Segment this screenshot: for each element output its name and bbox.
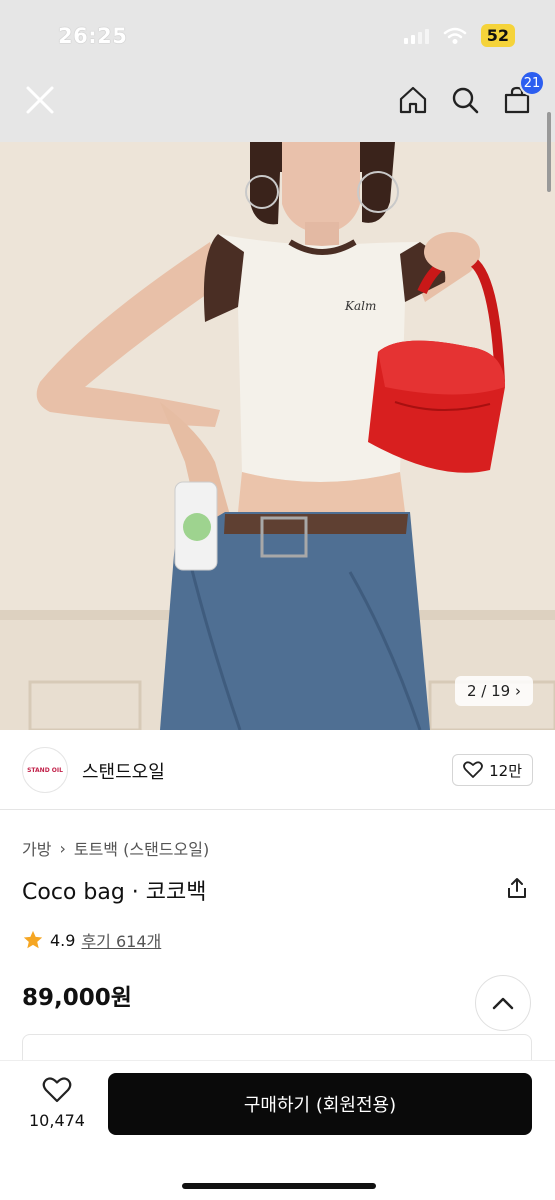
brand-row: STAND OIL 스탠드오일 12만 — [0, 730, 555, 810]
scrollbar[interactable] — [547, 112, 551, 192]
product-image[interactable]: Kalm 2 / 19 › — [0, 142, 555, 730]
star-icon — [23, 930, 43, 949]
breadcrumb-subcategory[interactable]: 토트백 (스탠드오일) — [74, 836, 209, 860]
wifi-icon — [443, 27, 466, 44]
brand-like-button[interactable]: 12만 — [452, 754, 533, 786]
battery-indicator: 52 — [480, 24, 515, 47]
brand-like-count: 12만 — [489, 761, 522, 780]
buy-button[interactable]: 구매하기 (회원전용) — [108, 1073, 532, 1135]
heart-icon — [42, 1077, 72, 1103]
product-photo: Kalm — [0, 142, 555, 730]
top-nav: 21 — [0, 70, 555, 142]
image-counter-text: 2 / 19 — [466, 682, 511, 700]
product-title: Coco bag · 코코백 — [22, 880, 207, 905]
signal-icon — [403, 28, 429, 44]
brand-name[interactable]: 스탠드오일 — [82, 758, 165, 784]
share-icon[interactable] — [505, 876, 529, 900]
rating-score: 4.9 — [50, 930, 76, 950]
heart-icon — [463, 761, 484, 778]
cart-count-badge: 21 — [519, 70, 545, 96]
rating-row: 4.9 후기 614개 — [22, 928, 161, 952]
home-indicator — [182, 1183, 376, 1189]
chevron-right-icon: › — [59, 838, 66, 858]
search-icon[interactable] — [449, 84, 481, 116]
bottom-action-bar: 10,474 구매하기 (회원전용) — [0, 1060, 555, 1200]
close-icon[interactable] — [22, 82, 58, 118]
status-indicators: 52 — [403, 24, 515, 47]
breadcrumb: 가방 › 토트백 (스탠드오일) — [22, 836, 209, 860]
status-bar: 26:25 52 — [0, 0, 555, 70]
home-icon[interactable] — [397, 84, 429, 116]
cart-button[interactable]: 21 — [501, 70, 545, 116]
scroll-top-button[interactable] — [475, 975, 531, 1031]
chevron-up-icon — [492, 997, 514, 1010]
review-link[interactable]: 후기 614개 — [81, 928, 161, 952]
status-time: 26:25 — [58, 24, 128, 48]
nav-actions: 21 — [397, 70, 545, 116]
breadcrumb-category[interactable]: 가방 — [22, 836, 51, 860]
product-price: 89,000원 — [22, 985, 132, 1011]
svg-text:Kalm: Kalm — [344, 299, 376, 313]
brand-logo[interactable]: STAND OIL — [22, 747, 68, 793]
image-counter[interactable]: 2 / 19 › — [454, 676, 533, 706]
chevron-right-icon: › — [515, 682, 521, 700]
wishlist-button[interactable]: 10,474 — [22, 1075, 92, 1130]
wishlist-count: 10,474 — [29, 1111, 85, 1130]
